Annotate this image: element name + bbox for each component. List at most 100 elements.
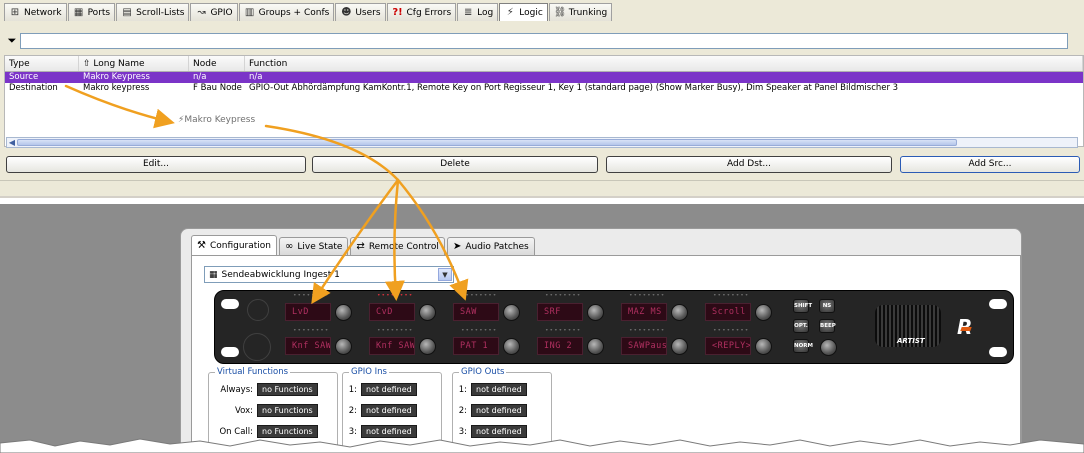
panel-knob[interactable] [587,338,604,355]
panel-knob[interactable] [755,304,772,321]
panel-knob[interactable] [587,304,604,321]
panel-key[interactable]: Knf SAW2 [369,337,415,355]
led-row: •••••••• [293,329,333,332]
panel-knob[interactable] [335,338,352,355]
panel-key[interactable]: LvD [285,303,331,321]
table-row[interactable]: Source Makro Keypress n/a n/a [5,72,1083,83]
table-row[interactable]: Destination Makro keypress F Bau Node 4 … [5,83,1083,94]
tab-logic[interactable]: ⚡ Logic [499,3,548,21]
panel-key[interactable]: SAWPause [621,337,667,355]
panel-knob[interactable] [335,304,352,321]
scrollbar-thumb[interactable] [17,139,957,146]
column-header-node[interactable]: Node [189,56,245,71]
divider [0,196,1084,198]
tab-users[interactable]: ☻ Users [335,3,386,21]
filter-input[interactable] [20,33,1068,49]
gpio-label: 3: [348,426,357,437]
tab-audio-patches[interactable]: ➤ Audio Patches [446,237,535,255]
microphone-ring [243,333,271,361]
panel-key[interactable]: Knf SAW1 [285,337,331,355]
panel-key[interactable]: ING 2 [537,337,583,355]
panel-key[interactable]: PAT 1 [453,337,499,355]
scroll-left-icon[interactable]: ◀ [7,138,17,147]
panel-config-dialog: ⚒ Configuration ∞ Live State ⇄ Remote Contr… [180,228,1022,453]
delete-button[interactable]: Delete [312,156,598,173]
edit-button[interactable]: Edit... [6,156,306,173]
panel-model-label: ARTIST [897,337,925,345]
panel-key[interactable]: CvD [369,303,415,321]
tab-gpio[interactable]: ↝ GPIO [190,3,238,21]
chevron-down-icon[interactable]: ▼ [438,268,452,281]
tab-label: Configuration [209,240,272,251]
opt-button[interactable]: OPT. [793,319,809,333]
panel-knob[interactable] [503,338,520,355]
group-title: GPIO Ins [349,367,389,377]
panel-knob[interactable] [671,338,688,355]
panel-knob[interactable] [419,304,436,321]
add-dst-button[interactable]: Add Dst... [606,156,892,173]
tab-network[interactable]: ⊞ Network [4,3,67,21]
vf-value[interactable]: no Functions [257,404,318,417]
tools-icon: ⚒ [197,240,206,251]
tab-trunking[interactable]: ⛓ Trunking [548,3,613,21]
speaker-ring [247,299,269,321]
cell-long-name: Makro keypress [83,83,150,93]
gpio-value[interactable]: not defined [361,383,417,396]
panel-select[interactable]: ▦ Sendeabwicklung Ingest 1 ▼ [204,266,454,283]
ns-button[interactable]: NS [819,299,835,313]
beep-button[interactable]: BEEP [819,319,836,333]
vf-label: Always: [220,384,253,395]
led-row: •••••••• [461,294,501,297]
led-row: •••••••• [545,329,585,332]
tab-cfg-errors[interactable]: ?! Cfg Errors [386,3,457,21]
button-row: Edit... Delete Add Dst... Add Src... [6,156,1084,174]
column-header-function[interactable]: Function [245,56,1083,71]
panel-key[interactable]: SRF [537,303,583,321]
add-src-button[interactable]: Add Src... [900,156,1080,173]
gpio-label: 1: [348,384,357,395]
tab-groups-confs[interactable]: ▥ Groups + Confs [238,3,335,21]
led-row: •••••••• [293,294,333,297]
tab-scroll-lists[interactable]: ▤ Scroll-Lists [116,3,190,21]
tab-live-state[interactable]: ∞ Live State [279,237,349,255]
norm-button[interactable]: NORM [793,339,813,353]
horizontal-scrollbar[interactable]: ◀ [6,137,1078,148]
tab-log[interactable]: ≣ Log [457,3,499,21]
cell-long-name: Makro Keypress [83,72,150,82]
users-icon: ☻ [341,6,352,18]
tab-configuration[interactable]: ⚒ Configuration [191,235,278,255]
panel-key[interactable]: MAZ MS [621,303,667,321]
tab-label: Network [24,7,62,18]
panel-key[interactable]: Scroll [705,303,751,321]
panel-key[interactable]: SAW [453,303,499,321]
vf-value[interactable]: no Functions [257,383,318,396]
column-header-type[interactable]: Type [5,56,79,71]
tab-ports[interactable]: ▦ Ports [67,3,116,21]
panel-key[interactable]: <REPLY> [705,337,751,355]
mount-hole [221,299,239,309]
tab-label: GPIO [210,7,233,18]
filter-row: ⏷ [4,32,1084,50]
cell-type: Destination [9,83,58,93]
panel-knob[interactable] [671,304,688,321]
gpio-value[interactable]: not defined [471,404,527,417]
vf-row: Always: no Functions [209,383,318,396]
gpio-in-row: 2: not defined [343,404,417,417]
tab-label: Audio Patches [465,241,529,252]
intercom-panel: •••••••• LvD •••••••• CvD •••••••• SAW •… [214,290,1014,364]
gpio-value[interactable]: not defined [361,404,417,417]
volume-knob[interactable] [820,339,837,356]
shift-button[interactable]: SHIFT [793,299,812,313]
gpio-value[interactable]: not defined [471,383,527,396]
panel-knob[interactable] [503,304,520,321]
tab-remote-control[interactable]: ⇄ Remote Control [350,237,445,255]
configuration-body: ▦ Sendeabwicklung Ingest 1 ▼ •••••••• Lv… [191,255,1021,453]
gpio-label: 3: [458,426,467,437]
main-tab-bar: ⊞ Network ▦ Ports ▤ Scroll-Lists ↝ GPIO ▥ Gro… [4,3,613,21]
tab-label: Log [477,7,494,18]
panel-knob[interactable] [755,338,772,355]
led-row: •••••••• [629,294,669,297]
cell-function: GPIO-Out Abhördämpfung KamKontr.1, Remot… [249,83,899,93]
panel-knob[interactable] [419,338,436,355]
column-header-long-name[interactable]: ⇧ Long Name [79,56,189,71]
